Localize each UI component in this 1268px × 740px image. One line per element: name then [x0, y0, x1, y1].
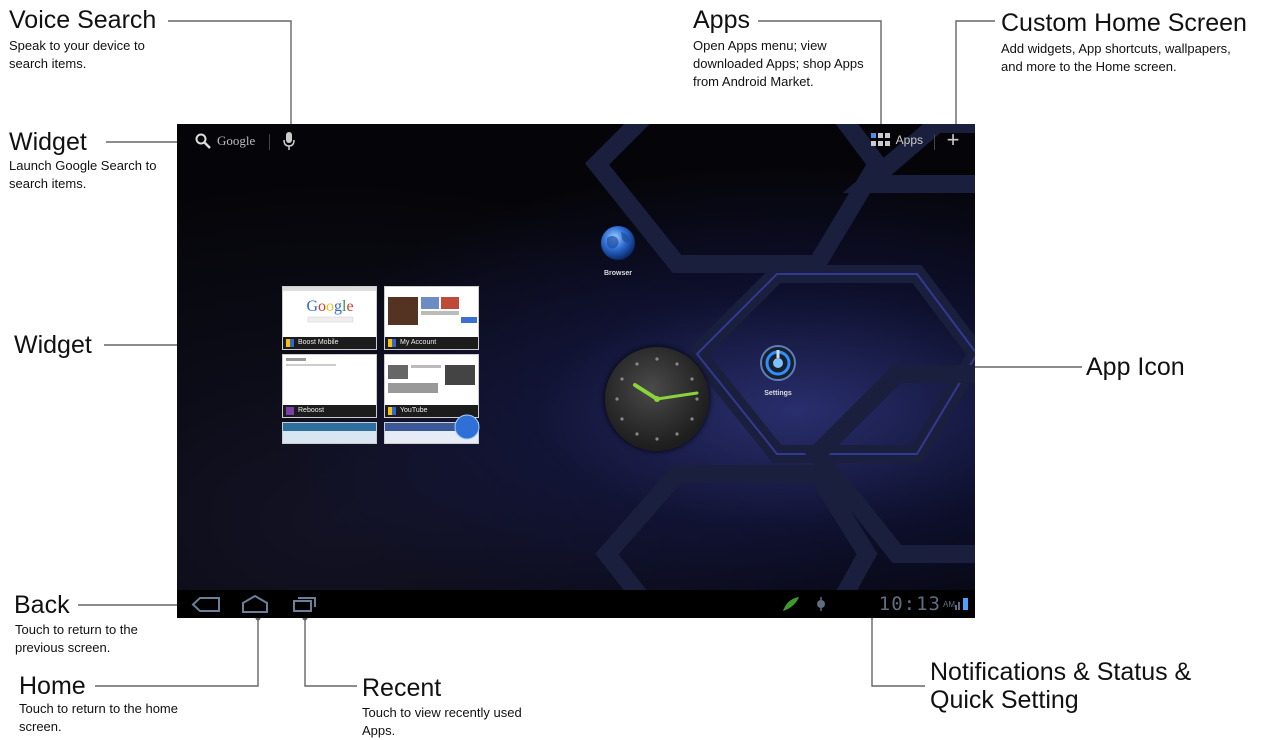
custom-home-callout-title: Custom Home Screen: [1001, 9, 1247, 37]
browser-label: Browser: [603, 270, 632, 277]
notification-android-icon[interactable]: [781, 595, 801, 613]
top-bar: Google Apps +: [177, 124, 975, 158]
bookmark-caption: My Account: [385, 337, 478, 349]
settings-icon: [760, 345, 796, 381]
voice-search-mic-icon[interactable]: [283, 131, 295, 151]
home-callout-desc: Touch to return to the home screen.: [19, 701, 178, 734]
bookmark-label: My Account: [400, 339, 437, 346]
bookmark-tile[interactable]: [282, 422, 377, 444]
customize-home-plus-icon[interactable]: +: [943, 129, 963, 151]
notifications-callout-title: Notifications & Status & Quick Setting: [930, 658, 1192, 714]
svg-text:Google: Google: [306, 298, 353, 315]
status-clock-ampm: AM: [943, 600, 955, 609]
clock-face: [615, 357, 699, 441]
bookmark-tile[interactable]: Reboost: [282, 354, 377, 418]
system-bar: 10:13 AM: [177, 590, 975, 618]
settings-label: Settings: [764, 390, 792, 397]
bookmark-tile[interactable]: My Account: [384, 286, 479, 350]
widget-callout-title: Widget: [14, 331, 92, 359]
tablet-home-screen: Google Apps + Browser Settings Google Bo…: [177, 124, 975, 618]
back-button-icon[interactable]: [191, 597, 221, 612]
globe-icon: [601, 226, 635, 260]
bookmark-label: Reboost: [298, 407, 325, 414]
browser-app-icon[interactable]: Browser: [595, 224, 641, 277]
widget-search-callout-desc: Launch Google Search to search items.: [9, 158, 157, 191]
voice-search-callout-desc: Speak to your device to search items.: [9, 38, 145, 71]
home-button-icon[interactable]: [241, 595, 269, 613]
status-clock-time[interactable]: 10:13: [879, 593, 941, 615]
recent-apps-button-icon[interactable]: [293, 596, 317, 612]
voice-search-callout-title: Voice Search: [9, 6, 157, 34]
divider: [934, 134, 935, 150]
analog-clock-widget[interactable]: [605, 347, 709, 451]
bookmark-thumbnail: Google: [283, 287, 376, 339]
custom-home-callout-desc: Add widgets, App shortcuts, wallpapers, …: [1001, 41, 1231, 74]
bookmark-thumbnail: [385, 287, 478, 339]
apps-label: Apps: [895, 133, 923, 147]
settings-app-icon[interactable]: Settings: [755, 344, 801, 397]
apps-callout-desc: Open Apps menu; view downloaded Apps; sh…: [693, 38, 864, 89]
divider: [269, 134, 270, 150]
home-callout-title: Home: [19, 672, 86, 700]
apps-callout-title: Apps: [693, 6, 750, 34]
google-search-label: Google: [217, 133, 256, 148]
bookmark-thumbnail: [283, 355, 376, 407]
app-icon-callout-title: App Icon: [1086, 353, 1185, 381]
bookmark-label: YouTube: [400, 407, 428, 414]
recent-callout-desc: Touch to view recently used Apps.: [362, 705, 522, 738]
bookmark-caption: Boost Mobile: [283, 337, 376, 349]
bookmark-caption: Reboost: [283, 405, 376, 417]
usb-debug-icon: [817, 597, 825, 611]
bookmark-label: Boost Mobile: [298, 339, 339, 346]
back-callout-desc: Touch to return to the previous screen.: [15, 622, 138, 655]
recent-callout-title: Recent: [362, 674, 442, 702]
bookmark-tile[interactable]: YouTube: [384, 354, 479, 418]
bookmark-thumbnail: [385, 355, 478, 407]
bookmark-tile[interactable]: Google Boost Mobile: [282, 286, 377, 350]
apps-button[interactable]: Apps: [870, 133, 923, 147]
google-search-widget[interactable]: Google: [195, 132, 255, 150]
bookmarks-widget: Google Boost Mobile My Account Reboost Y…: [282, 286, 480, 446]
back-callout-title: Back: [14, 591, 70, 619]
battery-signal-icon: [955, 598, 968, 610]
browser-badge-globe-icon: [454, 414, 480, 440]
apps-grid-icon: [870, 133, 890, 146]
widget-search-callout-title: Widget: [9, 128, 87, 156]
search-icon: [195, 133, 211, 149]
bookmark-thumbnail: [283, 423, 376, 431]
